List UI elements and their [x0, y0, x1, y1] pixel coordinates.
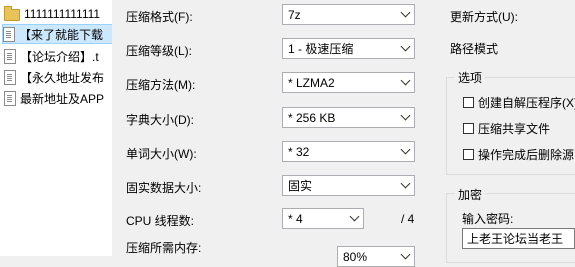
chevron-down-icon	[396, 108, 414, 127]
chevron-down-icon	[396, 73, 414, 92]
method-value: * LZMA2	[288, 75, 335, 90]
folder-icon	[4, 6, 20, 21]
option-label: 操作完成后删除源	[478, 148, 575, 162]
level-label: 压缩等级(L):	[126, 44, 193, 58]
dict-label: 字典大小(D):	[126, 113, 194, 127]
doc-icon	[4, 48, 16, 64]
checkbox-icon	[463, 97, 474, 108]
threads-total: / 4	[401, 212, 415, 226]
file-name: 1111111111111	[24, 7, 101, 21]
encrypt-title: 加密	[455, 186, 486, 203]
memory-select[interactable]: 80%	[337, 246, 415, 267]
path-mode-label: 路径模式	[450, 42, 499, 56]
format-label: 压缩格式(F):	[126, 10, 193, 24]
format-value: 7z	[288, 7, 301, 22]
chevron-down-icon	[396, 39, 414, 58]
checkbox-icon	[463, 149, 474, 160]
doc-icon	[3, 26, 15, 42]
method-select[interactable]: * LZMA2	[282, 72, 415, 93]
compress-settings-dialog: 压缩格式(F): 7z 压缩等级(L): 1 - 极速压缩 压缩方法(M): *…	[112, 0, 575, 267]
format-select[interactable]: 7z	[282, 4, 415, 25]
file-item[interactable]: 最新地址及APP	[4, 89, 112, 107]
options-title: 选项	[455, 69, 486, 86]
memory-label: 压缩所需内存:	[126, 241, 202, 255]
file-name: 【永久地址发布	[20, 70, 105, 85]
delete-after-checkbox[interactable]: 操作完成后删除源	[463, 146, 574, 163]
word-label: 单词大小(W):	[126, 147, 197, 161]
solid-value: 固实	[288, 179, 313, 193]
chevron-down-icon	[345, 209, 363, 228]
threads-select[interactable]: * 4	[282, 208, 364, 229]
file-item[interactable]: 【永久地址发布	[4, 68, 112, 86]
option-label: 创建自解压程序(X)	[478, 96, 575, 110]
password-input[interactable]: 上老王论坛当老王	[462, 228, 575, 249]
file-item-selected[interactable]: 【来了就能下载	[2, 24, 112, 44]
sfx-checkbox[interactable]: 创建自解压程序(X)	[463, 94, 575, 111]
dict-value: * 256 KB	[288, 110, 336, 125]
file-list: 1111111111111 【来了就能下载 【论坛介绍】.t 【永久地址发布 最…	[0, 0, 112, 256]
file-name: 【论坛介绍】.t	[20, 49, 99, 64]
chevron-down-icon	[396, 5, 414, 24]
word-select[interactable]: * 32	[282, 141, 415, 162]
doc-icon	[4, 90, 16, 106]
update-label: 更新方式(U):	[450, 10, 518, 24]
method-label: 压缩方法(M):	[126, 78, 196, 92]
solid-label: 固实数据大小:	[126, 181, 202, 195]
option-label: 压缩共享文件	[478, 122, 551, 136]
chevron-down-icon	[396, 176, 414, 195]
solid-select[interactable]: 固实	[282, 175, 415, 196]
chevron-down-icon	[396, 142, 414, 161]
password-value: 上老王论坛当老王	[467, 232, 564, 246]
chevron-down-icon	[396, 247, 414, 266]
word-value: * 32	[288, 144, 310, 159]
file-name: 最新地址及APP	[20, 91, 105, 106]
doc-icon	[4, 69, 16, 85]
level-select[interactable]: 1 - 极速压缩	[282, 38, 415, 59]
checkbox-icon	[463, 123, 474, 134]
memory-value: 80%	[343, 249, 368, 264]
threads-value: * 4	[288, 211, 303, 226]
file-name: 【来了就能下载	[19, 27, 104, 42]
file-item[interactable]: 【论坛介绍】.t	[4, 47, 112, 65]
file-item-folder[interactable]: 1111111111111	[4, 5, 112, 23]
level-value: 1 - 极速压缩	[288, 42, 354, 56]
threads-label: CPU 线程数:	[126, 214, 195, 228]
shared-files-checkbox[interactable]: 压缩共享文件	[463, 120, 550, 137]
dict-select[interactable]: * 256 KB	[282, 107, 415, 128]
password-label: 输入密码:	[462, 212, 514, 226]
